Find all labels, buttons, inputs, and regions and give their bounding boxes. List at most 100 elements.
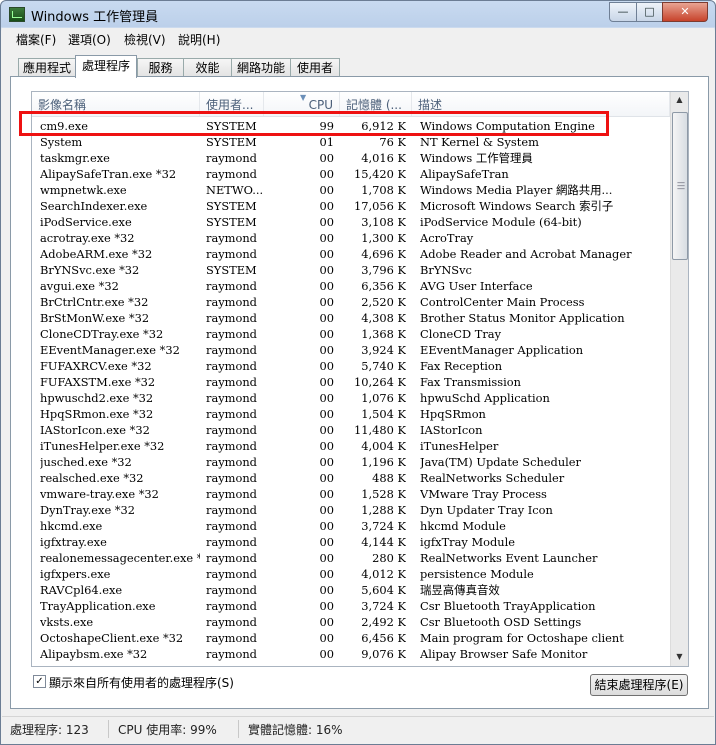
- process-description: Java(TM) Update Scheduler: [420, 455, 581, 469]
- process-row[interactable]: BrYNSvc.exe *32 SYSTEM 00 3,796 K BrYNSvc: [32, 262, 670, 278]
- process-row[interactable]: iTunesHelper.exe *32 raymond 00 4,004 K iTun…: [32, 438, 670, 454]
- process-row[interactable]: wmpnetwk.exe NETWO... 00 1,708 K Windows Med…: [32, 182, 670, 198]
- process-memory: 1,288 K: [361, 503, 406, 517]
- show-all-users-label: 顯示來自所有使用者的處理程序(S): [49, 676, 234, 690]
- status-cpu-usage: CPU 使用率: 99%: [118, 723, 217, 737]
- process-row[interactable]: FUFAXRCV.exe *32 raymond 00 5,740 K Fax Rece…: [32, 358, 670, 374]
- vertical-scrollbar[interactable]: ▲ — — — ▼: [670, 92, 688, 666]
- process-image-name: wmpnetwk.exe: [40, 183, 127, 197]
- process-user: raymond: [206, 455, 257, 469]
- checkbox-box[interactable]: ✓: [33, 675, 46, 688]
- process-row[interactable]: OctoshapeClient.exe *32 raymond 00 6,456 K M…: [32, 630, 670, 646]
- process-cpu: 00: [319, 375, 335, 389]
- tab-networking[interactable]: 網路功能: [231, 58, 291, 77]
- process-user: raymond: [206, 359, 257, 373]
- scroll-up-icon[interactable]: ▲: [672, 92, 687, 108]
- end-process-button[interactable]: 結束處理程序(E): [590, 674, 688, 696]
- menu-file[interactable]: 檔案(F): [16, 31, 56, 48]
- process-row[interactable]: FUFAXSTM.exe *32 raymond 00 10,264 K Fax Tra…: [32, 374, 670, 390]
- process-row[interactable]: igfxtray.exe raymond 00 4,144 K igfxTray Mod…: [32, 534, 670, 550]
- process-image-name: avgui.exe *32: [40, 279, 119, 293]
- process-row[interactable]: AlipaySafeTran.exe *32 raymond 00 15,420 K A…: [32, 166, 670, 182]
- process-image-name: TrayApplication.exe: [40, 599, 156, 613]
- scroll-thumb[interactable]: — — —: [672, 112, 688, 260]
- tab-services[interactable]: 服務: [137, 58, 184, 77]
- process-user: raymond: [206, 439, 257, 453]
- process-row[interactable]: System SYSTEM 01 76 K NT Kernel & System: [32, 134, 670, 150]
- maximize-button[interactable]: □: [636, 2, 663, 22]
- tab-users[interactable]: 使用者: [290, 58, 340, 77]
- tab-applications[interactable]: 應用程式: [18, 58, 76, 77]
- process-description: Csr Bluetooth OSD Settings: [420, 615, 582, 629]
- process-user: raymond: [206, 583, 257, 597]
- process-cpu: 00: [319, 471, 335, 485]
- process-list[interactable]: 影像名稱 使用者... CPU ▼ 記憶體 (... 描述 cm9.exe SYS…: [31, 91, 689, 667]
- process-row[interactable]: BrCtrlCntr.exe *32 raymond 00 2,520 K Contro…: [32, 294, 670, 310]
- process-cpu: 00: [319, 359, 335, 373]
- tab-processes[interactable]: 處理程序: [75, 55, 137, 78]
- process-cpu: 00: [319, 247, 335, 261]
- process-cpu: 00: [319, 263, 335, 277]
- process-row[interactable]: EEventManager.exe *32 raymond 00 3,924 K EEv…: [32, 342, 670, 358]
- process-row[interactable]: vmware-tray.exe *32 raymond 00 1,528 K VMwar…: [32, 486, 670, 502]
- process-image-name: taskmgr.exe: [40, 151, 110, 165]
- process-row[interactable]: TrayApplication.exe raymond 00 3,724 K Csr B…: [32, 598, 670, 614]
- process-row[interactable]: jusched.exe *32 raymond 00 1,196 K Java(TM) …: [32, 454, 670, 470]
- close-button[interactable]: ✕: [662, 2, 708, 22]
- grip-icon: — — —: [677, 178, 685, 193]
- menu-help[interactable]: 說明(H): [178, 31, 220, 48]
- process-row[interactable]: hkcmd.exe raymond 00 3,724 K hkcmd Module: [32, 518, 670, 534]
- process-image-name: FUFAXRCV.exe *32: [40, 359, 152, 373]
- menu-bar: 檔案(F) 選項(O) 檢視(V) 說明(H): [2, 28, 714, 49]
- process-row[interactable]: Alipaybsm.exe *32 raymond 00 9,076 K Alipay …: [32, 646, 670, 662]
- process-user: raymond: [206, 471, 257, 485]
- process-row[interactable]: vksts.exe raymond 00 2,492 K Csr Bluetooth O…: [32, 614, 670, 630]
- process-row[interactable]: hpwuschd2.exe *32 raymond 00 1,076 K hpwuSch…: [32, 390, 670, 406]
- process-user: raymond: [206, 487, 257, 501]
- process-memory: 4,004 K: [361, 439, 406, 453]
- process-row[interactable]: IAStorIcon.exe *32 raymond 00 11,480 K IASto…: [32, 422, 670, 438]
- process-description: ControlCenter Main Process: [420, 295, 585, 309]
- status-divider: [238, 720, 239, 738]
- process-memory: 4,016 K: [361, 151, 406, 165]
- process-row[interactable]: AdobeARM.exe *32 raymond 00 4,696 K Adobe Re…: [32, 246, 670, 262]
- process-row[interactable]: iPodService.exe SYSTEM 00 3,108 K iPodServic…: [32, 214, 670, 230]
- process-row[interactable]: avgui.exe *32 raymond 00 6,356 K AVG User In…: [32, 278, 670, 294]
- process-image-name: HpqSRmon.exe *32: [40, 407, 154, 421]
- process-image-name: IAStorIcon.exe *32: [40, 423, 150, 437]
- process-description: VMware Tray Process: [420, 487, 547, 501]
- process-user: SYSTEM: [206, 263, 257, 277]
- process-memory: 2,492 K: [361, 615, 406, 629]
- process-row[interactable]: realsched.exe *32 raymond 00 488 K RealNetwo…: [32, 470, 670, 486]
- process-memory: 3,724 K: [361, 599, 406, 613]
- process-image-name: RAVCpl64.exe: [40, 583, 123, 597]
- menu-options[interactable]: 選項(O): [68, 31, 111, 48]
- process-description: Microsoft Windows Search 索引子: [420, 199, 614, 213]
- process-row[interactable]: SearchIndexer.exe SYSTEM 00 17,056 K Microso…: [32, 198, 670, 214]
- process-row[interactable]: RAVCpl64.exe raymond 00 5,604 K 瑞昱高傳真音效: [32, 582, 670, 598]
- process-memory: 6,356 K: [361, 279, 406, 293]
- process-cpu: 00: [319, 231, 335, 245]
- process-row[interactable]: igfxpers.exe raymond 00 4,012 K persistence …: [32, 566, 670, 582]
- process-row[interactable]: acrotray.exe *32 raymond 00 1,300 K AcroTray: [32, 230, 670, 246]
- process-row[interactable]: HpqSRmon.exe *32 raymond 00 1,504 K HpqSRmon: [32, 406, 670, 422]
- process-memory: 15,420 K: [354, 167, 406, 181]
- process-row[interactable]: taskmgr.exe raymond 00 4,016 K Windows 工作管理員: [32, 150, 670, 166]
- process-user: SYSTEM: [206, 199, 257, 213]
- status-physical-memory: 實體記憶體: 16%: [248, 723, 343, 737]
- minimize-button[interactable]: —: [609, 2, 637, 22]
- process-row[interactable]: DynTray.exe *32 raymond 00 1,288 K Dyn Updat…: [32, 502, 670, 518]
- menu-view[interactable]: 檢視(V): [124, 31, 166, 48]
- process-memory: 4,012 K: [361, 567, 406, 581]
- process-cpu: 00: [319, 167, 335, 181]
- tab-performance[interactable]: 效能: [183, 58, 232, 77]
- title-bar[interactable]: Windows 工作管理員 — □ ✕: [1, 1, 715, 28]
- process-memory: 4,144 K: [361, 535, 406, 549]
- scroll-down-icon[interactable]: ▼: [672, 649, 687, 665]
- process-memory: 10,264 K: [354, 375, 406, 389]
- process-row[interactable]: realonemessagecenter.exe *32 raymond 00 280…: [32, 550, 670, 566]
- process-row[interactable]: CloneCDTray.exe *32 raymond 00 1,368 K Clone…: [32, 326, 670, 342]
- process-row[interactable]: BrStMonW.exe *32 raymond 00 4,308 K Brother …: [32, 310, 670, 326]
- process-description: AcroTray: [420, 231, 474, 245]
- process-cpu: 00: [319, 407, 335, 421]
